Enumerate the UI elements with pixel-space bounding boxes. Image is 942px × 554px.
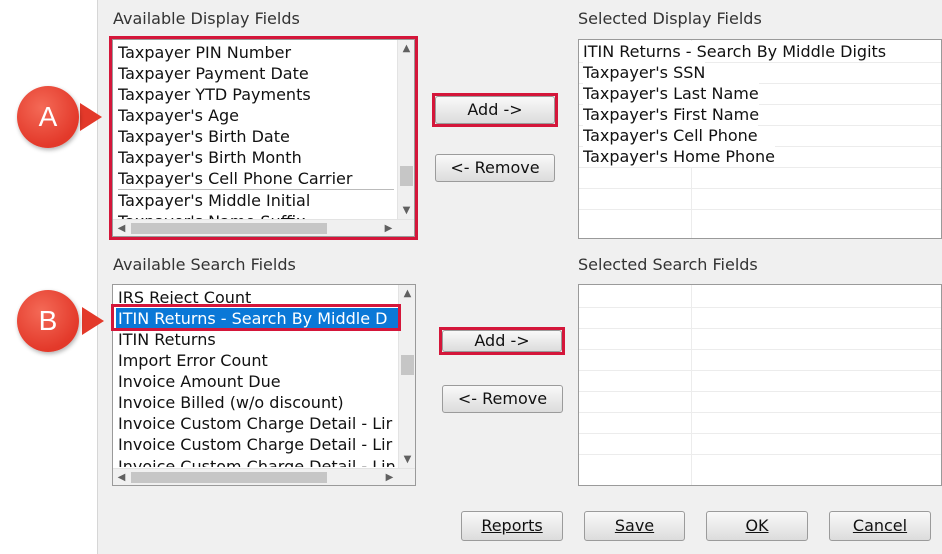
chevron-right-icon[interactable]: ▶: [381, 469, 398, 485]
selected-search-fields-label: Selected Search Fields: [578, 255, 758, 274]
ok-button[interactable]: OK: [706, 511, 808, 541]
row-divider: [579, 412, 941, 413]
remove-search-button[interactable]: <- Remove: [442, 385, 563, 413]
available-display-listbox[interactable]: Taxpayer PIN Number Taxpayer Payment Dat…: [112, 39, 415, 237]
row-divider: [579, 167, 941, 168]
list-item[interactable]: Taxpayer's Cell Phone Carrier: [118, 168, 394, 189]
chevron-down-icon[interactable]: ▼: [398, 202, 414, 219]
save-button[interactable]: Save: [584, 511, 685, 541]
cancel-button-label: Cancel: [852, 516, 908, 535]
chevron-left-icon[interactable]: ◀: [113, 469, 130, 485]
available-display-fields-label: Available Display Fields: [113, 9, 300, 28]
row-divider: [579, 188, 941, 189]
selected-search-listbox[interactable]: [578, 284, 942, 486]
list-item[interactable]: Taxpayer's Home Phone: [583, 146, 775, 167]
list-item[interactable]: Invoice Custom Charge Detail - Lir: [118, 413, 395, 434]
horizontal-scrollbar[interactable]: ◀ ▶: [113, 219, 414, 236]
row-divider: [579, 328, 941, 329]
list-item[interactable]: Taxpayer Payment Date: [118, 63, 394, 84]
list-item[interactable]: Invoice Custom Charge Detail - Lir: [118, 434, 395, 455]
list-item[interactable]: Taxpayer's Last Name: [583, 83, 759, 104]
horizontal-scrollbar[interactable]: ◀ ▶: [113, 468, 415, 485]
ok-button-label: OK: [745, 516, 769, 535]
cancel-button[interactable]: Cancel: [829, 511, 931, 541]
row-divider: [579, 391, 941, 392]
chevron-left-icon[interactable]: ◀: [113, 220, 130, 236]
highlight-selected-search-item: [111, 304, 401, 331]
list-item[interactable]: Taxpayer's Age: [118, 105, 394, 126]
vertical-scrollbar[interactable]: ▲ ▼: [397, 40, 414, 219]
remove-display-button[interactable]: <- Remove: [435, 154, 555, 182]
callout-a-pointer: [80, 103, 102, 131]
callout-a-badge: A: [17, 86, 79, 148]
save-button-label: Save: [614, 516, 655, 535]
list-item[interactable]: Taxpayer's Cell Phone: [583, 125, 758, 146]
column-divider: [691, 285, 692, 485]
list-item[interactable]: ITIN Returns: [118, 329, 395, 350]
scroll-thumb[interactable]: [131, 472, 327, 483]
list-item[interactable]: Taxpayer YTD Payments: [118, 84, 394, 105]
list-item[interactable]: Taxpayer's Birth Month: [118, 147, 394, 168]
chevron-right-icon[interactable]: ▶: [380, 220, 397, 236]
list-item[interactable]: Taxpayer PIN Number: [118, 42, 394, 63]
list-item[interactable]: Taxpayer's Birth Date: [118, 126, 394, 147]
chevron-up-icon[interactable]: ▲: [399, 285, 415, 302]
selected-display-listbox[interactable]: ITIN Returns - Search By Middle Digits T…: [578, 39, 942, 239]
list-item[interactable]: Import Error Count: [118, 350, 395, 371]
row-divider: [579, 307, 941, 308]
list-item[interactable]: Taxpayer's Middle Initial: [118, 189, 394, 210]
row-divider: [579, 370, 941, 371]
row-divider: [579, 454, 941, 455]
callout-b-badge: B: [17, 290, 79, 352]
callout-b-pointer: [82, 307, 104, 335]
list-item[interactable]: Taxpayer's SSN: [583, 62, 706, 83]
add-display-button[interactable]: Add ->: [435, 96, 555, 124]
list-item[interactable]: Invoice Custom Charge Detail - Lin: [118, 456, 395, 467]
chevron-down-icon[interactable]: ▼: [399, 451, 415, 468]
selected-display-fields-label: Selected Display Fields: [578, 9, 762, 28]
row-divider: [579, 349, 941, 350]
row-divider: [579, 209, 941, 210]
add-search-button[interactable]: Add ->: [442, 330, 562, 352]
available-search-fields-label: Available Search Fields: [113, 255, 296, 274]
row-divider: [579, 433, 941, 434]
chevron-up-icon[interactable]: ▲: [398, 40, 414, 57]
list-item[interactable]: ITIN Returns - Search By Middle Digits: [583, 41, 937, 62]
list-item[interactable]: Invoice Billed (w/o discount): [118, 392, 395, 413]
reports-button[interactable]: Reports: [461, 511, 563, 541]
reports-button-label: Reports: [481, 516, 543, 535]
scroll-thumb[interactable]: [401, 355, 414, 375]
list-item[interactable]: Invoice Amount Due: [118, 371, 395, 392]
scroll-thumb[interactable]: [131, 223, 327, 234]
list-item[interactable]: Taxpayer's First Name: [583, 104, 760, 125]
scroll-thumb[interactable]: [400, 166, 413, 186]
